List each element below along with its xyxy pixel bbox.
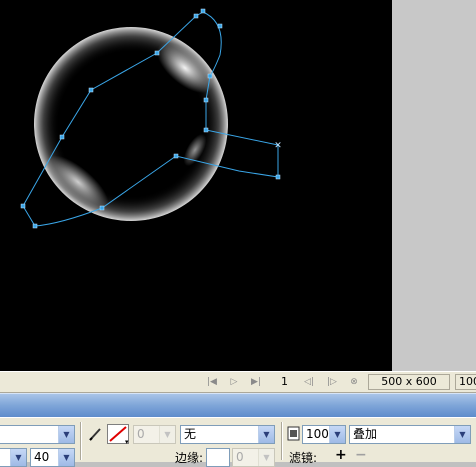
properties-panel: ▼ ▾ 0 ▼ 无 ▼ 100 ▼ 叠加 ▼ ▼ 40 ▼ 边缘: 0 ▼ 滤镜… (0, 417, 476, 467)
bubble-graphic (34, 27, 228, 221)
opacity-combo[interactable]: 100 ▼ (302, 425, 346, 444)
stroke-size-combo[interactable]: 0 ▼ (133, 425, 176, 444)
frame-number: 1 (281, 375, 288, 388)
canvas-size-readout: 500 x 600 (368, 374, 450, 390)
chevron-down-icon[interactable]: ▼ (10, 449, 26, 466)
font-size-combo[interactable]: 40 ▼ (30, 448, 75, 467)
pencil-icon[interactable] (87, 426, 103, 442)
chevron-down-icon[interactable]: ▼ (258, 426, 274, 443)
chevron-down-icon[interactable]: ▼ (159, 426, 175, 443)
last-frame-icon[interactable]: ▶| (250, 376, 262, 388)
opacity-icon (287, 426, 300, 441)
opacity-value: 100 (306, 427, 329, 441)
properties-panel-titlebar[interactable] (0, 393, 476, 417)
panel-divider (80, 422, 82, 460)
chevron-down-icon[interactable]: ▼ (58, 426, 74, 443)
canvas-artwork: ✕ (20, 8, 282, 229)
chevron-down-icon[interactable]: ▼ (329, 426, 345, 443)
remove-filter-button[interactable]: − (355, 447, 367, 463)
next-frame-icon[interactable]: |▷ (326, 376, 338, 388)
edge-type-field[interactable] (206, 448, 230, 467)
play-icon[interactable]: ▷ (228, 376, 240, 388)
path-endpoint-marker[interactable]: ✕ (274, 141, 282, 151)
fill-option-dropdown[interactable]: 无 ▼ (180, 425, 275, 444)
font-style-dropdown[interactable]: ▼ (0, 448, 27, 467)
document-canvas[interactable]: ✕ (0, 0, 392, 371)
status-bar: |◀ ▷ ▶| 1 ◁| |▷ ⊗ 500 x 600 100 (0, 371, 476, 393)
fill-option-value: 无 (184, 427, 197, 441)
chevron-down-icon[interactable]: ▼ (258, 449, 274, 466)
workspace-gutter (392, 0, 476, 371)
chevron-down-icon[interactable]: ▼ (454, 426, 470, 443)
stop-icon[interactable]: ⊗ (348, 376, 360, 388)
zoom-readout[interactable]: 100 (455, 374, 476, 390)
prev-frame-icon[interactable]: ◁| (303, 376, 315, 388)
chevron-down-icon[interactable]: ▼ (58, 449, 74, 466)
blend-mode-value: 叠加 (353, 427, 378, 441)
panel-divider (281, 422, 283, 460)
stroke-size-value: 0 (137, 427, 145, 441)
blend-mode-dropdown[interactable]: 叠加 ▼ (349, 425, 471, 444)
edge-label: 边缘: (175, 451, 204, 465)
add-filter-button[interactable]: + (335, 447, 347, 463)
swatch-dropdown-icon[interactable]: ▾ (125, 439, 129, 446)
font-family-dropdown[interactable]: ▼ (0, 425, 75, 444)
edge-value-combo[interactable]: 0 ▼ (232, 448, 275, 467)
filters-label: 滤镜: (289, 451, 318, 465)
first-frame-icon[interactable]: |◀ (206, 376, 218, 388)
